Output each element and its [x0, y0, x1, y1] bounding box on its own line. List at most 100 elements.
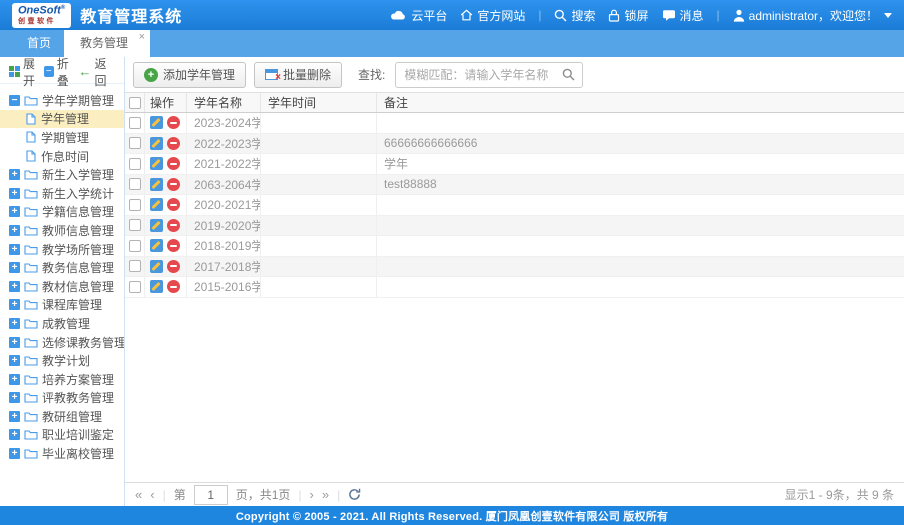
back-button[interactable]: ← 返回 [78, 57, 115, 89]
tree-node[interactable]: +学籍信息管理 [0, 203, 124, 222]
search-input[interactable] [395, 62, 583, 88]
expand-toggle-icon[interactable]: + [9, 448, 20, 459]
row-checkbox[interactable] [129, 158, 141, 170]
expand-toggle-icon[interactable]: + [9, 299, 20, 310]
delete-icon[interactable] [167, 178, 180, 191]
tab-academic-affairs[interactable]: 教务管理 × [64, 30, 150, 57]
add-year-button[interactable]: + 添加学年管理 [133, 62, 246, 88]
edit-icon[interactable] [150, 219, 163, 232]
delete-icon[interactable] [167, 116, 180, 129]
tree-node[interactable]: +教研组管理 [0, 407, 124, 426]
logo-wordmark: OneSoft® [18, 5, 65, 17]
expand-all-icon [9, 66, 20, 77]
nav-search[interactable]: 搜索 [554, 7, 595, 24]
tree-node[interactable]: +教材信息管理 [0, 277, 124, 296]
row-checkbox[interactable] [129, 219, 141, 231]
tree-node[interactable]: +选修课教务管理 [0, 333, 124, 352]
edit-icon[interactable] [150, 116, 163, 129]
prev-page-button[interactable]: ‹ [150, 488, 154, 501]
tree-node[interactable]: −学年学期管理 [0, 91, 124, 110]
tree-node[interactable]: +教学计划 [0, 351, 124, 370]
edit-icon[interactable] [150, 198, 163, 211]
year-time-cell [261, 257, 377, 277]
expand-toggle-icon[interactable]: + [9, 281, 20, 292]
row-checkbox[interactable] [129, 178, 141, 190]
tree-node[interactable]: +评教教务管理 [0, 389, 124, 408]
year-name-cell: 2020-2021学年 [187, 195, 261, 215]
row-checkbox[interactable] [129, 240, 141, 252]
folder-icon [24, 225, 38, 236]
expand-toggle-icon[interactable]: + [9, 169, 20, 180]
delete-icon[interactable] [167, 219, 180, 232]
delete-icon[interactable] [167, 260, 180, 273]
page-number-input[interactable] [194, 485, 228, 505]
next-page-button[interactable]: › [310, 488, 314, 501]
edit-icon[interactable] [150, 178, 163, 191]
first-page-button[interactable]: « [135, 488, 142, 501]
tree-node[interactable]: +教师信息管理 [0, 221, 124, 240]
edit-icon[interactable] [150, 260, 163, 273]
pager-divider: | [298, 488, 301, 502]
edit-icon[interactable] [150, 280, 163, 293]
collapse-toggle-icon[interactable]: − [9, 95, 20, 106]
expand-toggle-icon[interactable]: + [9, 262, 20, 273]
expand-toggle-icon[interactable]: + [9, 411, 20, 422]
tree-leaf[interactable]: 作息时间 [0, 147, 124, 166]
logo[interactable]: OneSoft® 创壹软件 [12, 3, 71, 28]
tree-node[interactable]: +新生入学管理 [0, 165, 124, 184]
select-all-checkbox[interactable] [129, 97, 141, 109]
tree-node[interactable]: +毕业离校管理 [0, 444, 124, 463]
expand-toggle-icon[interactable]: + [9, 374, 20, 385]
expand-toggle-icon[interactable]: + [9, 318, 20, 329]
refresh-icon[interactable] [348, 488, 361, 501]
nav-messages[interactable]: 消息 [662, 7, 704, 24]
nav-cloud-platform[interactable]: 云平台 [390, 7, 447, 24]
delete-icon[interactable] [167, 137, 180, 150]
expand-toggle-icon[interactable]: + [9, 355, 20, 366]
collapse-all-button[interactable]: − 折叠 [44, 57, 79, 89]
delete-icon[interactable] [167, 157, 180, 170]
expand-all-button[interactable]: 展开 [9, 57, 44, 89]
row-checkbox[interactable] [129, 137, 141, 149]
folder-icon [24, 281, 38, 292]
tree-leaf[interactable]: 学期管理 [0, 128, 124, 147]
search-submit-icon[interactable] [562, 68, 575, 86]
tree-node[interactable]: +职业培训鉴定 [0, 426, 124, 445]
expand-toggle-icon[interactable]: + [9, 188, 20, 199]
delete-icon[interactable] [167, 280, 180, 293]
tree-leaf[interactable]: 学年管理 [0, 110, 124, 129]
batch-delete-button[interactable]: × 批量删除 [254, 62, 342, 88]
expand-toggle-icon[interactable]: + [9, 206, 20, 217]
expand-toggle-icon[interactable]: + [9, 337, 20, 348]
delete-icon[interactable] [167, 239, 180, 252]
table-row: 2019-2020学年 [125, 216, 904, 237]
row-checkbox[interactable] [129, 199, 141, 211]
find-label: 查找: [358, 66, 385, 83]
user-menu[interactable]: administrator，欢迎您！ [733, 7, 892, 24]
edit-icon[interactable] [150, 137, 163, 150]
expand-toggle-icon[interactable]: + [9, 429, 20, 440]
table-row: 2063-2064学年test88888 [125, 175, 904, 196]
tab-home[interactable]: 首页 [14, 30, 64, 57]
nav-official-site[interactable]: 官方网站 [460, 7, 525, 24]
tree-node[interactable]: +新生入学统计 [0, 184, 124, 203]
delete-icon[interactable] [167, 198, 180, 211]
last-page-button[interactable]: » [322, 488, 329, 501]
nav-lock-screen[interactable]: 锁屏 [608, 7, 648, 24]
expand-toggle-icon[interactable]: + [9, 392, 20, 403]
row-checkbox[interactable] [129, 281, 141, 293]
tree-node[interactable]: +教务信息管理 [0, 258, 124, 277]
caret-down-icon [884, 13, 892, 18]
tree-node[interactable]: +课程库管理 [0, 296, 124, 315]
row-checkbox[interactable] [129, 260, 141, 272]
edit-icon[interactable] [150, 157, 163, 170]
tree-node[interactable]: +培养方案管理 [0, 370, 124, 389]
tab-close-icon[interactable]: × [139, 32, 145, 43]
expand-toggle-icon[interactable]: + [9, 244, 20, 255]
edit-icon[interactable] [150, 239, 163, 252]
year-time-cell [261, 134, 377, 154]
tree-node[interactable]: +成教管理 [0, 314, 124, 333]
expand-toggle-icon[interactable]: + [9, 225, 20, 236]
row-checkbox[interactable] [129, 117, 141, 129]
tree-node[interactable]: +教学场所管理 [0, 240, 124, 259]
